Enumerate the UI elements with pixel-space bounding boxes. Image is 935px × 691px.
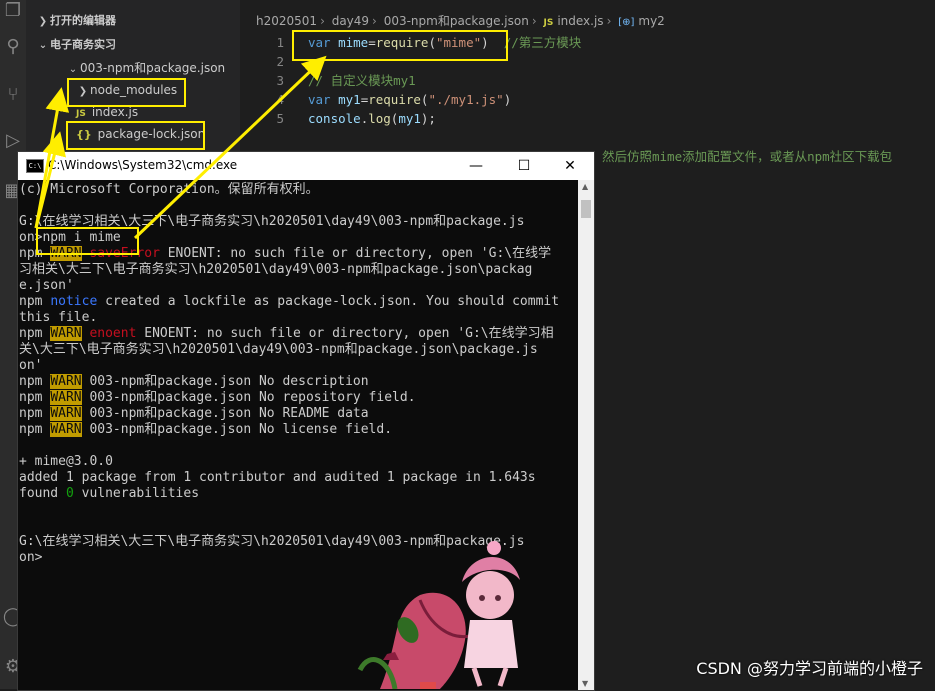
code-line-3[interactable]: 3// 自定义模块my1 (240, 71, 935, 90)
chevron-right-icon: › (606, 14, 612, 28)
breadcrumb: h2020501 › day49 › 003-npm和package.json › J… (256, 12, 665, 29)
open-editors-section[interactable]: ❯ 打开的编辑器 (36, 10, 116, 32)
run-debug-icon[interactable]: ▷ (2, 130, 24, 152)
chevron-right-icon: › (320, 14, 325, 28)
js-file-icon: JS (76, 109, 86, 119)
symbol-icon: [⊕] (618, 17, 635, 28)
cmd-title: C:\Windows\System32\cmd.exe (48, 158, 238, 172)
highlight-node-modules (67, 78, 186, 107)
code-line-4[interactable]: 4 var my1=require("./my1.js") (240, 90, 935, 109)
cmd-output[interactable]: (c) Microsoft Corporation。保留所有权利。 G:\在线学… (18, 180, 578, 690)
chevron-right-icon: › (531, 14, 537, 28)
chevron-right-icon: › (372, 14, 377, 28)
close-button[interactable]: ✕ (550, 155, 590, 177)
breadcrumb-part[interactable]: h2020501 (256, 14, 317, 28)
search-icon[interactable]: ⚲ (2, 36, 24, 58)
breadcrumb-file[interactable]: index.js (557, 14, 603, 28)
code-line-5[interactable]: 5 console.log(my1); (240, 109, 935, 128)
scroll-up-arrow-icon[interactable]: ▲ (582, 182, 588, 191)
project-section[interactable]: ⌄ 电子商务实习 (36, 34, 116, 56)
csdn-watermark: CSDN @努力学习前端的小橙子 (696, 659, 923, 678)
highlight-package-lock (66, 121, 205, 150)
chevron-right-icon: ❯ (38, 16, 48, 27)
minimize-button[interactable]: — (456, 155, 496, 177)
source-control-icon[interactable]: ⑂ (2, 84, 24, 106)
js-file-icon: JS (543, 18, 554, 28)
scroll-down-arrow-icon[interactable]: ▼ (582, 679, 588, 688)
highlight-require-mime (292, 30, 508, 61)
highlight-npm-command (36, 227, 139, 255)
chevron-down-icon: ⌄ (38, 40, 48, 51)
breadcrumb-part[interactable]: day49 (332, 14, 369, 28)
folder-003-npm[interactable]: ⌄ 003-npm和package.json (66, 57, 225, 79)
breadcrumb-symbol[interactable]: my2 (638, 14, 664, 28)
breadcrumb-part[interactable]: 003-npm和package.json (384, 14, 529, 28)
files-icon[interactable]: ❐ (2, 0, 24, 22)
scrollbar-thumb[interactable] (581, 200, 591, 218)
maximize-button[interactable]: ☐ (504, 155, 544, 177)
cmd-titlebar[interactable]: C:\ C:\Windows\System32\cmd.exe — ☐ ✕ (18, 152, 594, 180)
cmd-scrollbar[interactable]: ▲ ▼ (578, 180, 594, 690)
cmd-app-icon: C:\ (26, 159, 44, 173)
code-line-7-partial[interactable]: 然后仿照mime添加配置文件，或者从npm社区下载包 (602, 147, 922, 166)
